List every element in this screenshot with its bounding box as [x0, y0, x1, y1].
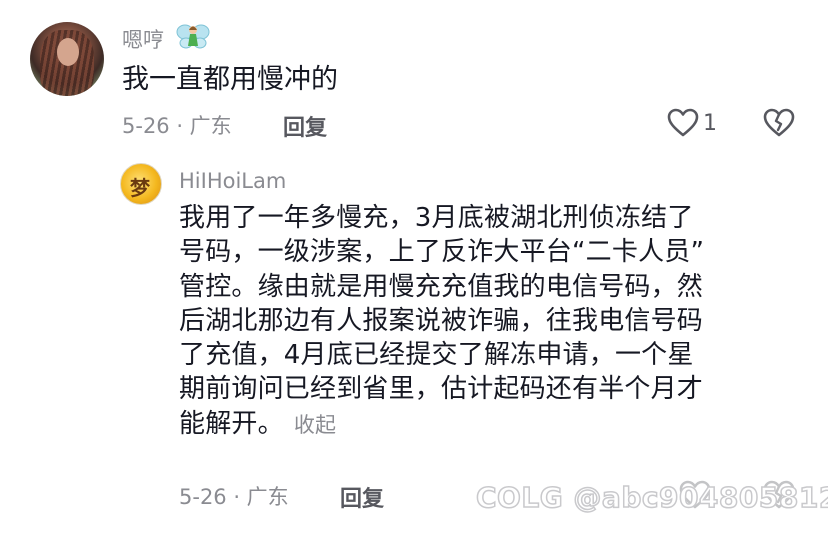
- reply-text: 我用了一年多慢充，3月底被湖北刑侦冻结了 号码，一级涉案，上了反诈大平台“二卡人…: [179, 201, 789, 442]
- reply-username[interactable]: HiIHoiLam: [179, 169, 286, 193]
- broken-heart-icon[interactable]: [763, 108, 795, 138]
- comment-username[interactable]: 嗯哼: [122, 24, 164, 54]
- reply-text-line: 号码，一级涉案，上了反诈大平台“二卡人员”: [179, 237, 705, 268]
- reply-text-line: 了充值，4月底已经提交了解冻申请，一个星: [179, 340, 694, 371]
- reply-text-line: 后湖北那边有人报案说被诈骗，往我电信号码: [179, 305, 704, 336]
- like-count: 1: [703, 111, 717, 136]
- fairy-emoji-icon: [176, 24, 210, 49]
- comment-meta: 5-26 · 广东: [122, 114, 232, 138]
- heart-icon[interactable]: [667, 108, 699, 138]
- reply-meta: 5-26 · 广东: [179, 485, 289, 509]
- avatar[interactable]: 梦: [120, 163, 162, 205]
- reply-button[interactable]: 回复: [283, 110, 327, 142]
- reply-item: 梦 HiIHoiLam 我用了一年多慢充，3月底被湖北刑侦冻结了 号码，一级涉案…: [0, 150, 828, 537]
- reply-button[interactable]: 回复: [340, 481, 384, 513]
- reply-text-line: 管控。缘由就是用慢充充值我的电信号码，然: [179, 271, 704, 302]
- reply-text-line: 我用了一年多慢充，3月底被湖北刑侦冻结了: [179, 203, 694, 233]
- avatar-glyph: 梦: [130, 176, 150, 200]
- reply-text-line: 期前询问已经到省里，估计起码还有半个月才: [179, 374, 704, 405]
- comment-text: 我一直都用慢冲的: [122, 64, 338, 95]
- reply-text-last: 能解开。: [179, 408, 284, 439]
- collapse-button[interactable]: 收起: [294, 413, 336, 437]
- comment-item: 嗯哼 我一直都用慢冲的 5-26 · 广东 回复 1: [0, 0, 828, 150]
- avatar[interactable]: [30, 22, 104, 96]
- watermark: COLG @abc904805812: [475, 480, 828, 515]
- reply-text-line: 能解开。 收起: [179, 407, 789, 442]
